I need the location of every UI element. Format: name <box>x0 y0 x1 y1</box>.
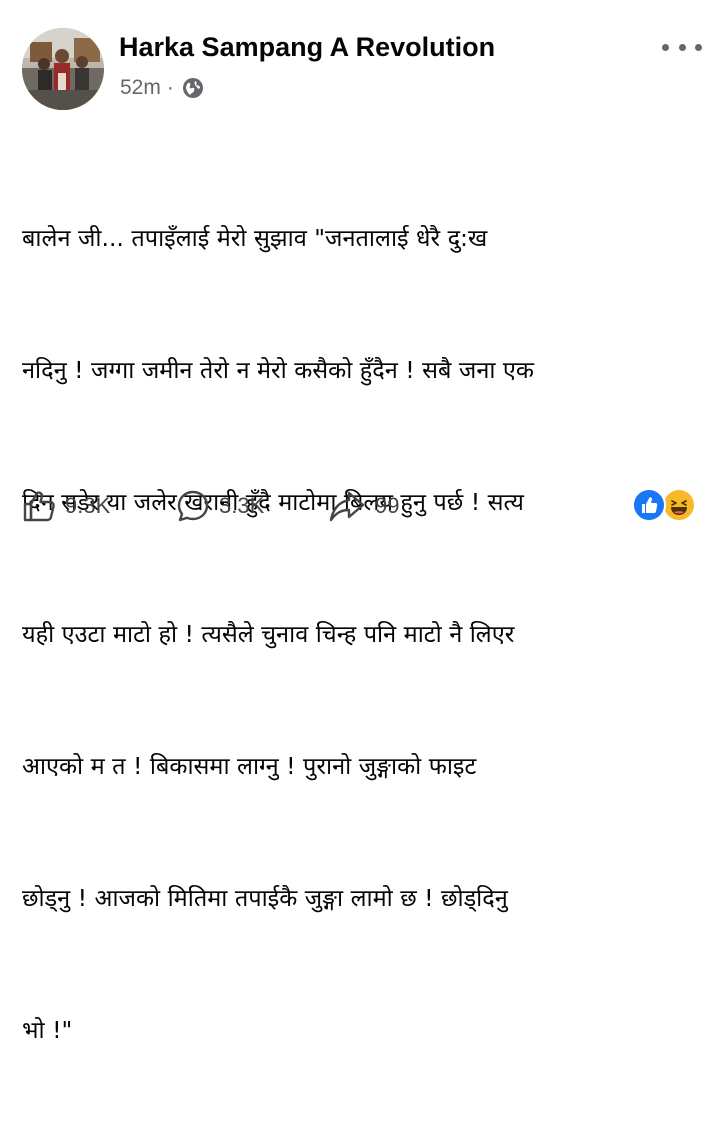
post-text-line: आएको म त ! बिकासमा लाग्नु ! पुरानो जुङ्ग… <box>22 752 477 780</box>
post-text-line: बालेन जी... तपाइँलाई मेरो सुझाव "जनतालाई… <box>22 224 488 252</box>
globe-icon[interactable] <box>182 77 204 99</box>
author-avatar[interactable] <box>22 28 104 110</box>
avatar-photo <box>22 28 104 110</box>
comment-count: 3.3K <box>219 493 265 518</box>
comment-bubble-icon <box>176 489 210 523</box>
post-text-line: नदिनु ! जग्गा जमीन तेरो न मेरो कसैको हुँ… <box>22 356 534 384</box>
comment-button[interactable]: 3.3K <box>176 484 264 528</box>
like-button[interactable]: 9.3K <box>22 484 110 528</box>
author-name[interactable]: Harka Sampang A Revolution <box>119 32 495 63</box>
more-dot <box>662 43 669 51</box>
share-button[interactable]: 99 <box>328 484 399 528</box>
like-count: 9.3K <box>65 493 111 518</box>
post-text: बालेन जी... तपाइँलाई मेरो सुझाव "जनतालाई… <box>22 128 698 1140</box>
more-dot <box>678 43 686 51</box>
post-actions-bar: 9.3K 3.3K 99 <box>22 484 702 528</box>
post-header: Harka Sampang A Revolution 52m · <box>22 28 702 112</box>
share-count: 99 <box>375 493 400 518</box>
like-reaction-icon <box>632 488 666 522</box>
post-text-line: भो !" <box>22 1016 73 1044</box>
haha-reaction-icon <box>662 488 696 522</box>
reactions-summary[interactable] <box>632 488 702 524</box>
more-options-icon[interactable] <box>662 36 702 58</box>
post-text-line: यही एउटा माटो हो ! त्यसैले चुनाव चिन्ह प… <box>22 620 515 648</box>
post-timestamp[interactable]: 52m <box>120 76 161 100</box>
facebook-post: Harka Sampang A Revolution 52m · बालेन ज… <box>0 0 720 1044</box>
share-arrow-icon <box>328 489 366 523</box>
post-text-line: छोड्नु ! आजको मितिमा तपाईकै जुङ्गा लामो … <box>22 884 508 912</box>
more-dot <box>695 43 702 51</box>
like-thumb-icon <box>22 489 56 523</box>
meta-separator: · <box>166 76 174 99</box>
post-meta: 52m · <box>120 76 204 100</box>
